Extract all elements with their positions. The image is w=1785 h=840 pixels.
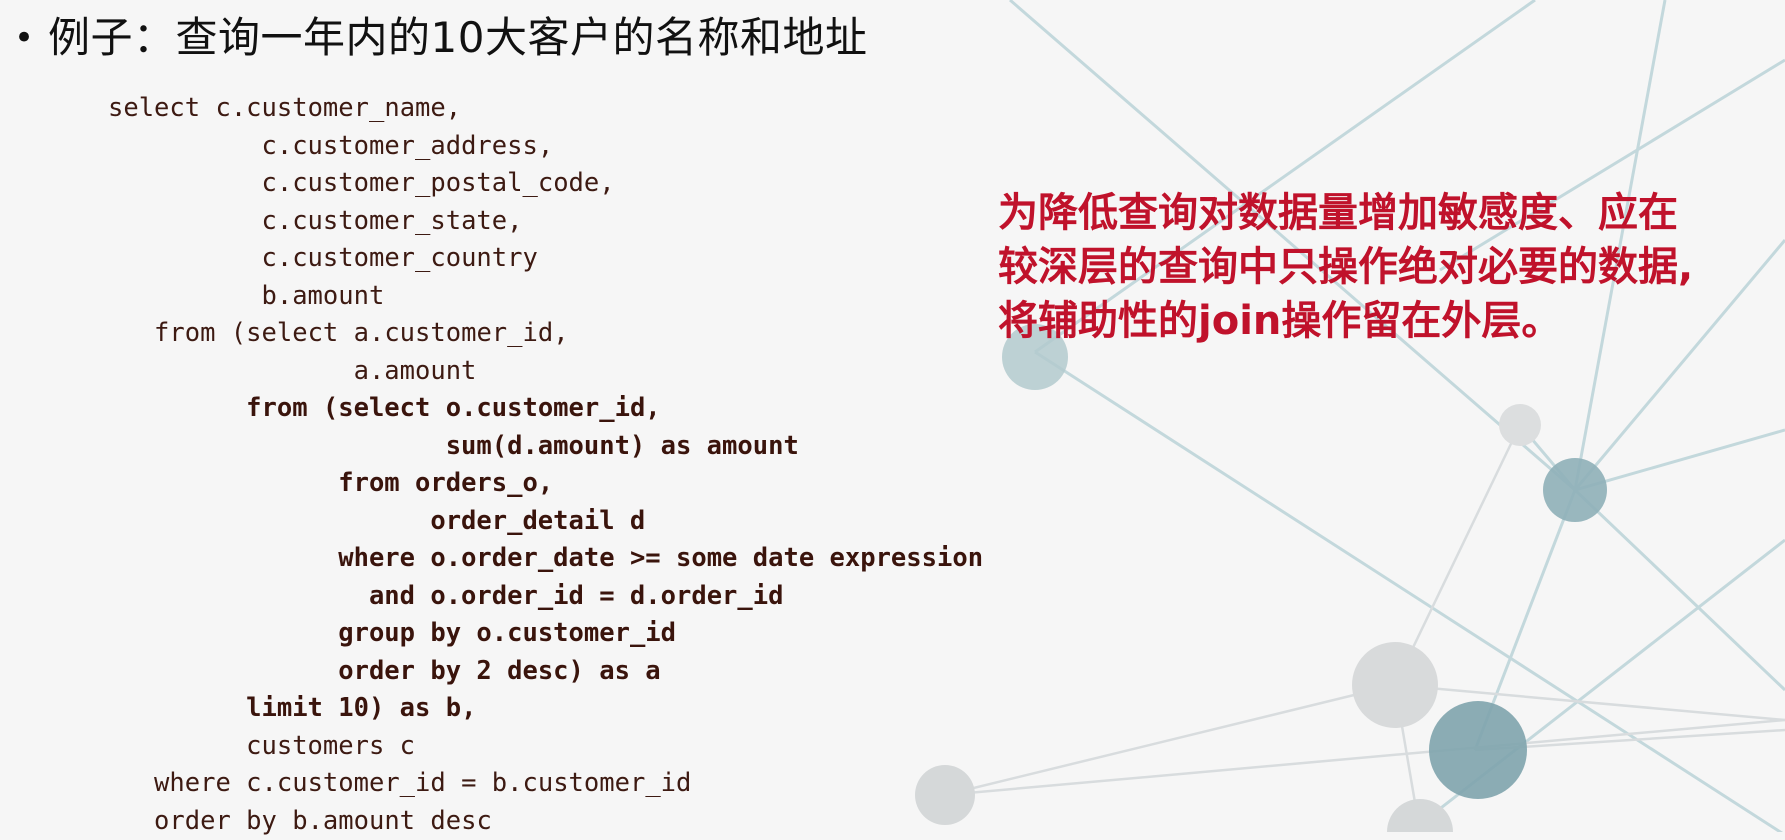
code-line: a.amount bbox=[108, 353, 983, 391]
note-line: 将辅助性的join操作留在外层。 bbox=[998, 294, 1778, 348]
slide-title: • 例子：查询一年内的10大客户的名称和地址 bbox=[14, 8, 867, 68]
code-line: c.customer_address, bbox=[108, 128, 983, 166]
bullet-icon: • bbox=[14, 21, 48, 55]
code-line: b.amount bbox=[108, 278, 983, 316]
note-line: 为降低查询对数据量增加敏感度、应在 bbox=[998, 186, 1778, 240]
note-line: 较深层的查询中只操作绝对必要的数据, bbox=[998, 240, 1778, 294]
code-line: customers c bbox=[108, 728, 983, 766]
title-text: 例子：查询一年内的10大客户的名称和地址 bbox=[48, 17, 867, 59]
code-line: c.customer_state, bbox=[108, 203, 983, 241]
code-line: order by 2 desc) as a bbox=[108, 653, 983, 691]
code-line: c.customer_postal_code, bbox=[108, 165, 983, 203]
code-line: select c.customer_name, bbox=[108, 90, 983, 128]
code-line: limit 10) as b, bbox=[108, 690, 983, 728]
code-line: where o.order_date >= some date expressi… bbox=[108, 540, 983, 578]
annotation-note: 为降低查询对数据量增加敏感度、应在较深层的查询中只操作绝对必要的数据,将辅助性的… bbox=[998, 186, 1778, 348]
sql-code-block: select c.customer_name,c.customer_addres… bbox=[108, 90, 983, 840]
code-line: from (select o.customer_id, bbox=[108, 390, 983, 428]
code-line: and o.order_id = d.order_id bbox=[108, 578, 983, 616]
code-line: order_detail d bbox=[108, 503, 983, 541]
code-line: from (select a.customer_id, bbox=[108, 315, 983, 353]
code-line: order by b.amount desc bbox=[108, 803, 983, 840]
code-line: group by o.customer_id bbox=[108, 615, 983, 653]
code-line: c.customer_country bbox=[108, 240, 983, 278]
code-line: sum(d.amount) as amount bbox=[108, 428, 983, 466]
code-line: from orders_o, bbox=[108, 465, 983, 503]
code-line: where c.customer_id = b.customer_id bbox=[108, 765, 983, 803]
